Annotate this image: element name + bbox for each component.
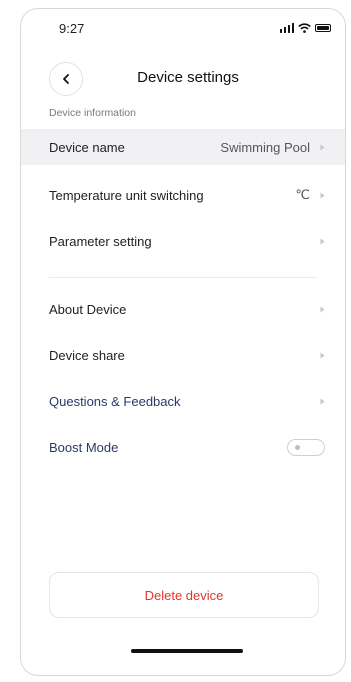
row-label: Parameter setting [49, 233, 152, 249]
wifi-icon [298, 23, 311, 33]
boost-mode-toggle[interactable] [287, 438, 325, 456]
row-questions-feedback[interactable]: Questions & Feedback [21, 383, 345, 419]
row-label: Device share [49, 347, 125, 363]
home-indicator [131, 649, 243, 653]
chevron-right-icon [320, 352, 325, 358]
row-label: About Device [49, 301, 127, 317]
row-label: Device name [49, 139, 125, 155]
page-title: Device settings [137, 69, 239, 86]
status-bar: 9:27 [21, 21, 345, 41]
divider [49, 277, 317, 278]
chevron-right-icon [320, 238, 325, 244]
chevron-right-icon [320, 398, 325, 404]
signal-icon [279, 23, 294, 33]
row-device-name[interactable]: Device name Swimming Pool [21, 129, 345, 165]
delete-device-button[interactable]: Delete device [49, 572, 319, 618]
row-boost-mode: Boost Mode [21, 429, 345, 465]
section-label: Device information [49, 107, 136, 119]
row-temperature-unit[interactable]: Temperature unit switching ℃ [21, 177, 345, 213]
chevron-right-icon [320, 144, 325, 150]
battery-icon [315, 24, 331, 32]
row-label: Temperature unit switching [49, 187, 204, 203]
row-value: ℃ [295, 187, 310, 202]
chevron-right-icon [320, 306, 325, 312]
row-device-share[interactable]: Device share [21, 337, 345, 373]
status-time: 9:27 [59, 21, 85, 36]
row-label: Questions & Feedback [49, 393, 181, 409]
phone-screen: 9:27 Device settings Device information … [20, 8, 346, 676]
row-about-device[interactable]: About Device [21, 291, 345, 327]
row-parameter-setting[interactable]: Parameter setting [21, 223, 345, 259]
toggle-knob [295, 444, 300, 450]
nav-bar: Device settings [21, 59, 345, 99]
row-label: Boost Mode [49, 439, 119, 455]
status-icons [279, 23, 331, 33]
row-value: Swimming Pool [220, 139, 310, 155]
chevron-right-icon [320, 192, 325, 198]
